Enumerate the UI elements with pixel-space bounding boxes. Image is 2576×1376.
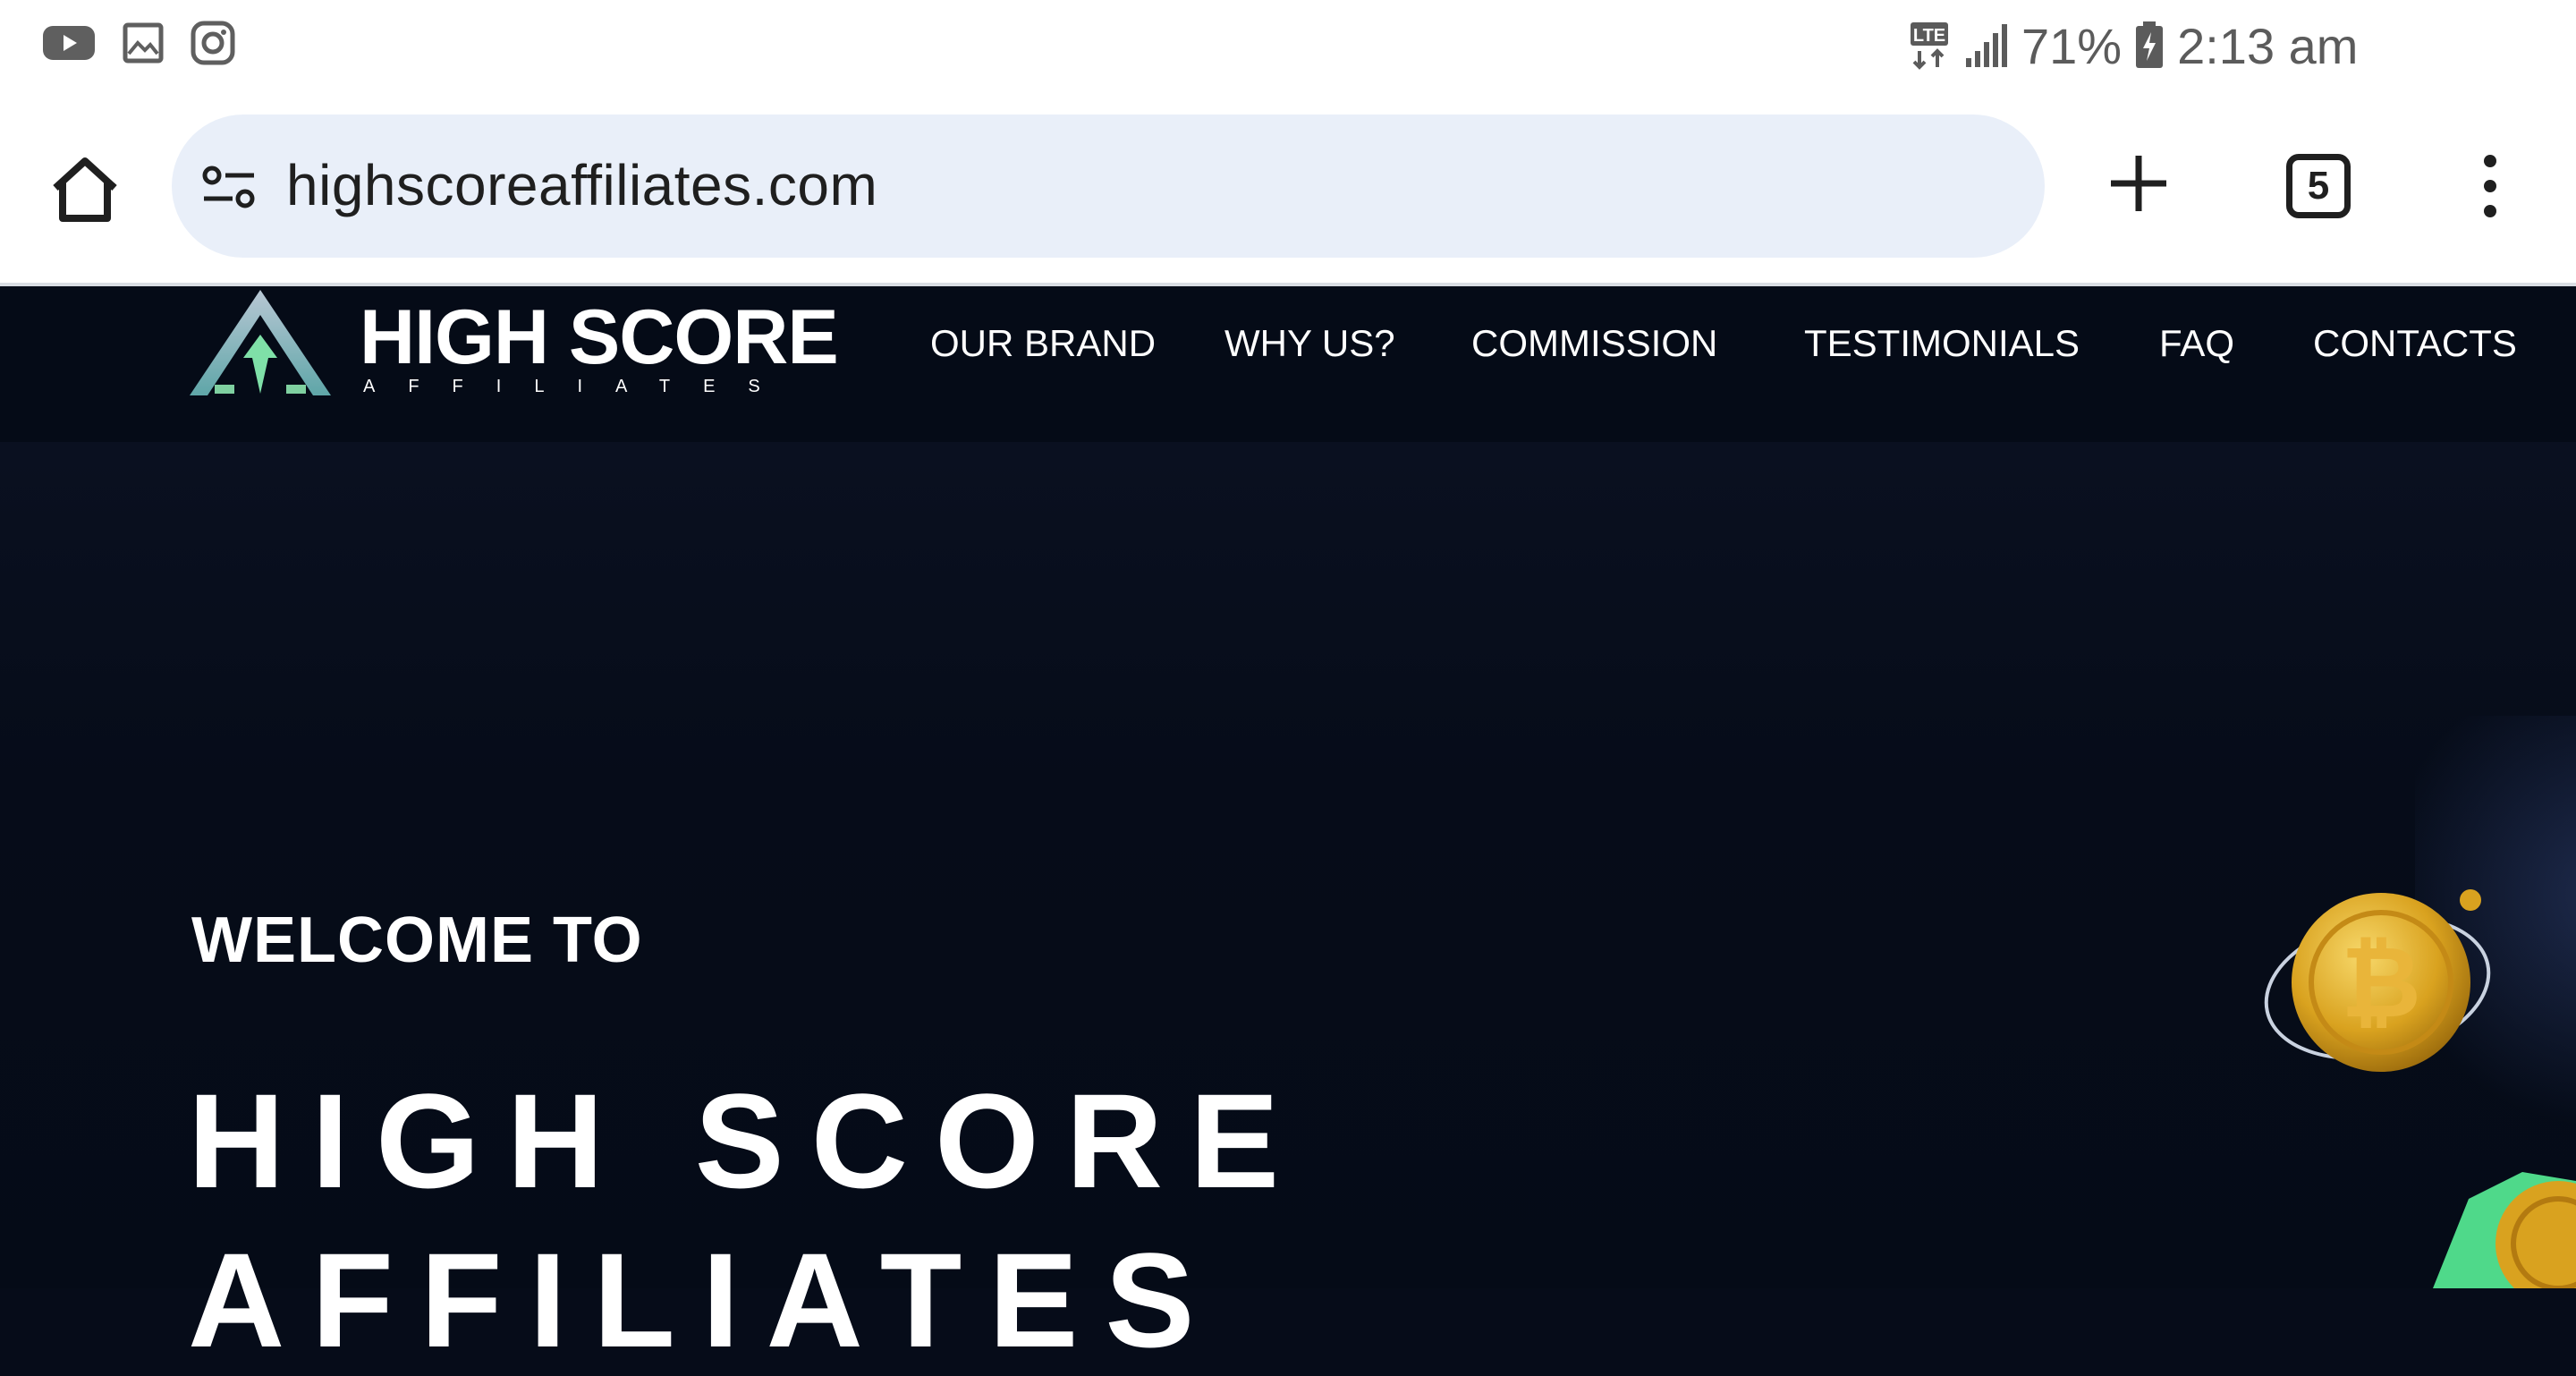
battery-percent: 71%	[2021, 17, 2123, 74]
clock: 2:13 am	[2177, 17, 2359, 74]
nav-commission[interactable]: COMMISSION	[1471, 319, 1717, 369]
network-type: LTE	[1913, 26, 1945, 46]
site-info-icon[interactable]	[200, 165, 258, 211]
nav-contacts[interactable]: CONTACTS	[2313, 319, 2517, 369]
status-bar: LTE 71% 2:13 am	[0, 0, 2576, 88]
logo-subtitle: AFFILIATES	[363, 377, 793, 396]
hero-welcome: WELCOME TO	[191, 905, 643, 976]
battery-charging-icon	[2136, 21, 2164, 68]
nav-our-brand[interactable]: OUR BRAND	[930, 319, 1156, 369]
notification-icons	[41, 20, 236, 66]
coin-stack-icon	[2433, 1172, 2576, 1288]
system-status: LTE 71% 2:13 am	[1909, 14, 2358, 77]
nav-testimonials[interactable]: TESTIMONIALS	[1804, 319, 2080, 369]
svg-text:₿: ₿	[2341, 928, 2421, 1038]
logo-mark-icon[interactable]	[188, 288, 333, 397]
new-tab-icon[interactable]	[2107, 152, 2170, 215]
tab-count: 5	[2307, 164, 2330, 208]
hero-title-line1: HIGH SCORE	[188, 1066, 1307, 1216]
home-icon[interactable]	[47, 150, 123, 227]
nav-faq[interactable]: FAQ	[2159, 319, 2234, 369]
nav-why-us[interactable]: WHY US?	[1224, 319, 1395, 369]
bitcoin-coin-icon: ₿	[2264, 889, 2491, 1072]
hero-title-line2: AFFILIATES	[188, 1225, 1222, 1375]
gallery-icon	[123, 22, 164, 64]
lte-icon: LTE	[1911, 22, 1948, 70]
more-menu-icon[interactable]	[2469, 150, 2512, 222]
youtube-icon	[43, 26, 95, 60]
tabs-icon[interactable]: 5	[2286, 154, 2351, 218]
url-text[interactable]: highscoreaffiliates.com	[286, 152, 877, 218]
instagram-icon	[191, 21, 235, 65]
signal-icon	[1966, 24, 2007, 67]
logo-title[interactable]: HIGH SCORE	[360, 299, 839, 376]
